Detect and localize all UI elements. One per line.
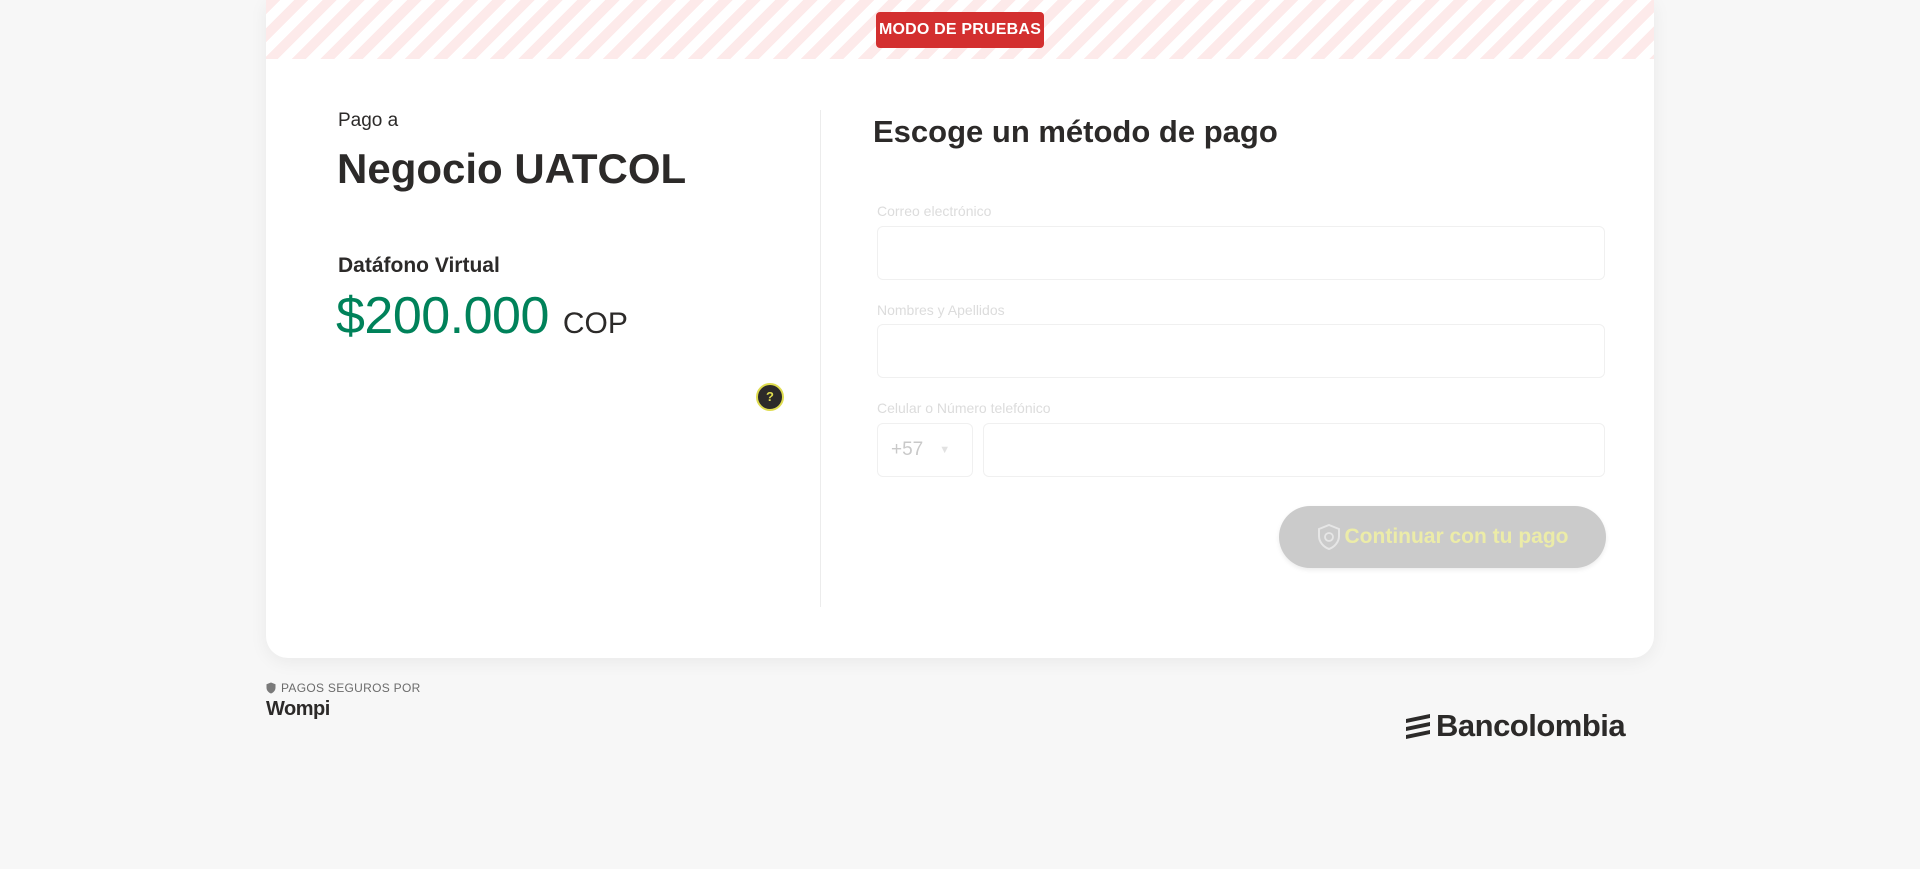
payment-method-title: Escoge un método de pago xyxy=(873,114,1278,149)
continue-payment-button[interactable]: Continuar con tu pago xyxy=(1279,506,1606,568)
merchant-name: Negocio UATCOL xyxy=(337,145,687,192)
full-name-label: Nombres y Apellidos xyxy=(877,302,1005,318)
product-name: Datáfono Virtual xyxy=(338,254,500,277)
continue-payment-label: Continuar con tu pago xyxy=(1344,525,1569,548)
secure-payments-line: PAGOS SEGUROS POR xyxy=(266,681,421,695)
bancolombia-logo: Bancolombia xyxy=(1403,708,1626,744)
shield-icon xyxy=(266,682,276,694)
phone-label: Celular o Número telefónico xyxy=(877,400,1051,416)
question-icon[interactable]: ? xyxy=(756,383,784,411)
test-mode-banner: MODO DE PRUEBAS xyxy=(266,0,1654,59)
shield-icon xyxy=(1317,524,1340,550)
checkout-card: MODO DE PRUEBAS Pago a Negocio UATCOL Da… xyxy=(266,0,1654,658)
amount-value: $200.000 xyxy=(336,287,549,345)
bancolombia-name: Bancolombia xyxy=(1436,708,1626,743)
email-field[interactable] xyxy=(877,226,1605,280)
full-name-field[interactable] xyxy=(877,324,1605,378)
phone-prefix-value: +57 xyxy=(891,439,924,460)
amount-row: $200.000 COP xyxy=(336,286,628,346)
phone-prefix-select[interactable]: +57 ▼ xyxy=(877,423,973,477)
secure-payments-label: PAGOS SEGUROS POR xyxy=(281,681,421,695)
phone-field[interactable] xyxy=(983,423,1605,477)
pay-to-label: Pago a xyxy=(338,110,399,131)
bancolombia-mark-icon xyxy=(1406,714,1430,739)
column-divider xyxy=(820,110,821,607)
chevron-down-icon: ▼ xyxy=(939,444,951,456)
wompi-logo: Wompi xyxy=(266,698,330,720)
test-mode-badge: MODO DE PRUEBAS xyxy=(876,12,1044,48)
currency-code: COP xyxy=(562,307,628,340)
email-label: Correo electrónico xyxy=(877,203,992,219)
